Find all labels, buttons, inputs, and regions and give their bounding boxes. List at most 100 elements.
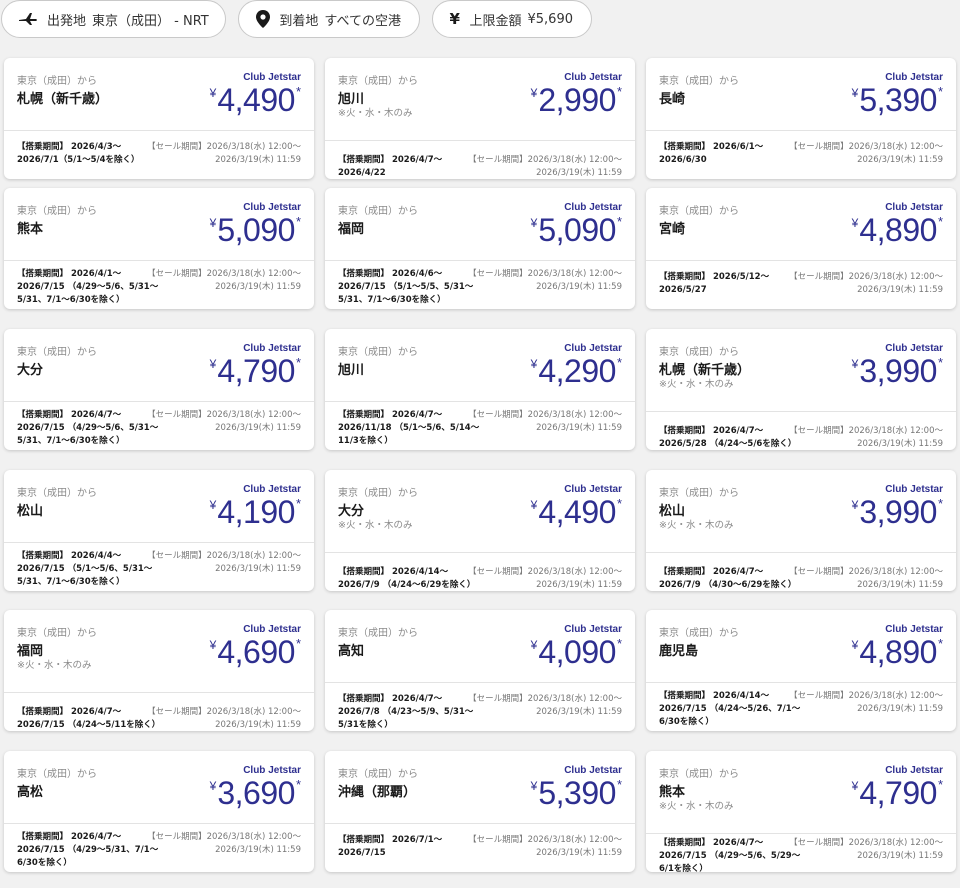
fare-card-header: 東京（成田）から 福岡 Club Jetstar ¥5,090* [325, 188, 635, 260]
fare-card[interactable]: 東京（成田）から 熊本 Club Jetstar ¥5,090* 【搭乗期間】 2026… [4, 188, 314, 309]
fare-card-header: 東京（成田）から 高松 Club Jetstar ¥3,690* [4, 751, 314, 823]
origin-text: 東京（成田）から [338, 488, 418, 499]
sale-period-end: 2026/3/19(木) 11:59 [536, 282, 622, 292]
sale-period-end: 2026/3/19(木) 11:59 [215, 845, 301, 855]
fare-card-header: 東京（成田）から 高知 Club Jetstar ¥4,090* [325, 610, 635, 682]
fare-card-header: 東京（成田）から 大分 ※火・水・木のみ Club Jetstar ¥4,490* [325, 470, 635, 552]
price-amount: 4,490 [538, 494, 616, 530]
price-asterisk: * [295, 636, 301, 651]
fare-card[interactable]: 東京（成田）から 福岡 ※火・水・木のみ Club Jetstar ¥4,690* 【搭乗… [4, 610, 314, 731]
sale-period: 【セール期間】2026/3/18(水) 12:00〜 2026/3/19(木) 1… [147, 706, 301, 731]
sale-period-end: 2026/3/19(木) 11:59 [857, 155, 943, 165]
fare-card[interactable]: 東京（成田）から 高松 Club Jetstar ¥3,690* 【搭乗期間】 2026… [4, 751, 314, 872]
sale-period: 【セール期間】2026/3/18(水) 12:00〜 2026/3/19(木) 1… [147, 141, 301, 167]
origin-text: 東京（成田）から [338, 347, 418, 358]
price-amount: 2,990 [538, 82, 616, 118]
price-amount: 5,090 [217, 212, 295, 248]
sale-period-start: 【セール期間】2026/3/18(水) 12:00〜 [468, 269, 622, 279]
fare-card[interactable]: 東京（成田）から 札幌（新千歳） ※火・水・木のみ Club Jetstar ¥3,99… [646, 329, 956, 450]
fare-card[interactable]: 東京（成田）から 大分 ※火・水・木のみ Club Jetstar ¥4,490* 【搭乗… [325, 470, 635, 591]
day-restriction-note: ※火・水・木のみ [17, 660, 92, 671]
sale-period-start: 【セール期間】2026/3/18(水) 12:00〜 [147, 551, 301, 561]
card-divider [325, 682, 635, 683]
sale-period: 【セール期間】2026/3/18(水) 12:00〜 2026/3/19(木) 1… [147, 831, 301, 857]
sale-period: 【セール期間】2026/3/18(水) 12:00〜 2026/3/19(木) 1… [468, 693, 622, 719]
currency-symbol: ¥ [851, 357, 859, 371]
fare-card[interactable]: 東京（成田）から 大分 Club Jetstar ¥4,790* 【搭乗期間】 2026… [4, 329, 314, 450]
price-asterisk: * [616, 214, 622, 229]
currency-symbol: ¥ [530, 86, 538, 100]
fare-card-header: 東京（成田）から 熊本 Club Jetstar ¥5,090* [4, 188, 314, 260]
sale-period-start: 【セール期間】2026/3/18(水) 12:00〜 [789, 142, 943, 152]
origin-text: 東京（成田）から [338, 769, 418, 780]
travel-period: 【搭乗期間】 2026/4/14〜2026/7/9 （4/24〜6/29を除く） [338, 567, 476, 590]
max-price-filter-button[interactable]: ¥ 上限金額 ¥5,690 [432, 0, 592, 38]
airplane-icon [18, 12, 38, 26]
max-price-value: ¥5,690 [527, 11, 574, 27]
origin-text: 東京（成田）から [659, 769, 739, 780]
price-asterisk: * [616, 84, 622, 99]
sale-period: 【セール期間】2026/3/18(水) 12:00〜 2026/3/19(木) 1… [147, 550, 301, 576]
price-asterisk: * [616, 355, 622, 370]
origin-text: 東京（成田）から [659, 488, 739, 499]
price-asterisk: * [295, 355, 301, 370]
price-asterisk: * [616, 636, 622, 651]
fare-price: ¥5,090* [531, 212, 622, 249]
origin-text: 東京（成田）から [659, 347, 739, 358]
currency-symbol: ¥ [851, 498, 859, 512]
fare-price: ¥4,490* [210, 82, 301, 119]
price-amount: 4,690 [217, 634, 295, 670]
fare-card[interactable]: 東京（成田）から 札幌（新千歳） Club Jetstar ¥4,490* 【搭乗期間】… [4, 58, 314, 179]
currency-symbol: ¥ [209, 357, 217, 371]
fare-card-header: 東京（成田）から 松山 ※火・水・木のみ Club Jetstar ¥3,990* [646, 470, 956, 552]
origin-text: 東京（成田）から [338, 76, 418, 87]
card-divider [646, 682, 956, 683]
currency-symbol: ¥ [530, 357, 538, 371]
fare-card[interactable]: 東京（成田）から 松山 ※火・水・木のみ Club Jetstar ¥3,990* 【搭乗… [646, 470, 956, 591]
price-asterisk: * [295, 777, 301, 792]
sale-period: 【セール期間】2026/3/18(水) 12:00〜 2026/3/19(木) 1… [789, 837, 943, 863]
destination-filter-button[interactable]: 到着地 すべての空港 [238, 0, 420, 38]
fare-card[interactable]: 東京（成田）から 旭川 ※火・水・木のみ Club Jetstar ¥2,990* 【搭乗… [325, 58, 635, 179]
card-divider [646, 833, 956, 834]
travel-period: 【搭乗期間】 2026/4/4〜2026/7/15 （5/1〜5/6、5/31〜… [17, 551, 153, 587]
fare-price: ¥5,390* [852, 82, 943, 119]
fare-card[interactable]: 東京（成田）から 福岡 Club Jetstar ¥5,090* 【搭乗期間】 2026… [325, 188, 635, 309]
origin-text: 東京（成田）から [17, 76, 97, 87]
fare-card-header: 東京（成田）から 旭川 ※火・水・木のみ Club Jetstar ¥2,990* [325, 58, 635, 140]
price-amount: 4,890 [859, 212, 937, 248]
fare-card[interactable]: 東京（成田）から 長崎 Club Jetstar ¥5,390* 【搭乗期間】 2026… [646, 58, 956, 179]
fare-card[interactable]: 東京（成田）から 沖縄（那覇） Club Jetstar ¥5,390* 【搭乗期間】 … [325, 751, 635, 872]
fare-card[interactable]: 東京（成田）から 旭川 Club Jetstar ¥4,290* 【搭乗期間】 2026… [325, 329, 635, 450]
fare-card-header: 東京（成田）から 熊本 ※火・水・木のみ Club Jetstar ¥4,790* [646, 751, 956, 833]
card-divider [4, 542, 314, 543]
sale-period-end: 2026/3/19(木) 11:59 [536, 168, 622, 178]
origin-label: 出発地 [47, 13, 87, 29]
sale-period-end: 2026/3/19(木) 11:59 [215, 720, 301, 730]
sale-period: 【セール期間】2026/3/18(水) 12:00〜 2026/3/19(木) 1… [789, 271, 943, 297]
destination-label: 到着地 [279, 13, 319, 29]
card-divider [4, 692, 314, 693]
fare-card[interactable]: 東京（成田）から 熊本 ※火・水・木のみ Club Jetstar ¥4,790* 【搭乗… [646, 751, 956, 872]
price-asterisk: * [295, 214, 301, 229]
currency-symbol: ¥ [530, 638, 538, 652]
fare-card[interactable]: 東京（成田）から 宮崎 Club Jetstar ¥4,890* 【搭乗期間】 2026… [646, 188, 956, 309]
price-asterisk: * [937, 84, 943, 99]
sale-period-end: 2026/3/19(木) 11:59 [857, 704, 943, 714]
sale-period-end: 2026/3/19(木) 11:59 [215, 564, 301, 574]
travel-period: 【搭乗期間】 2026/5/12〜2026/5/27 [659, 272, 770, 295]
card-divider [646, 411, 956, 412]
fare-card[interactable]: 東京（成田）から 高知 Club Jetstar ¥4,090* 【搭乗期間】 2026… [325, 610, 635, 731]
price-asterisk: * [937, 355, 943, 370]
fare-card[interactable]: 東京（成田）から 鹿児島 Club Jetstar ¥4,890* 【搭乗期間】 202… [646, 610, 956, 731]
fare-price: ¥4,690* [210, 634, 301, 671]
origin-filter-button[interactable]: 出発地 東京（成田） - NRT [1, 0, 226, 38]
card-divider [325, 552, 635, 553]
sale-period-start: 【セール期間】2026/3/18(水) 12:00〜 [789, 272, 943, 282]
travel-period: 【搭乗期間】 2026/4/7〜2026/7/15 （4/29〜5/6、5/31… [17, 410, 159, 446]
travel-period: 【搭乗期間】 2026/4/14〜2026/7/15 （4/24〜5/26、7/… [659, 691, 801, 727]
day-restriction-note: ※火・水・木のみ [338, 520, 413, 531]
card-divider [325, 823, 635, 824]
fare-card[interactable]: 東京（成田）から 松山 Club Jetstar ¥4,190* 【搭乗期間】 2026… [4, 470, 314, 591]
card-divider [646, 260, 956, 261]
